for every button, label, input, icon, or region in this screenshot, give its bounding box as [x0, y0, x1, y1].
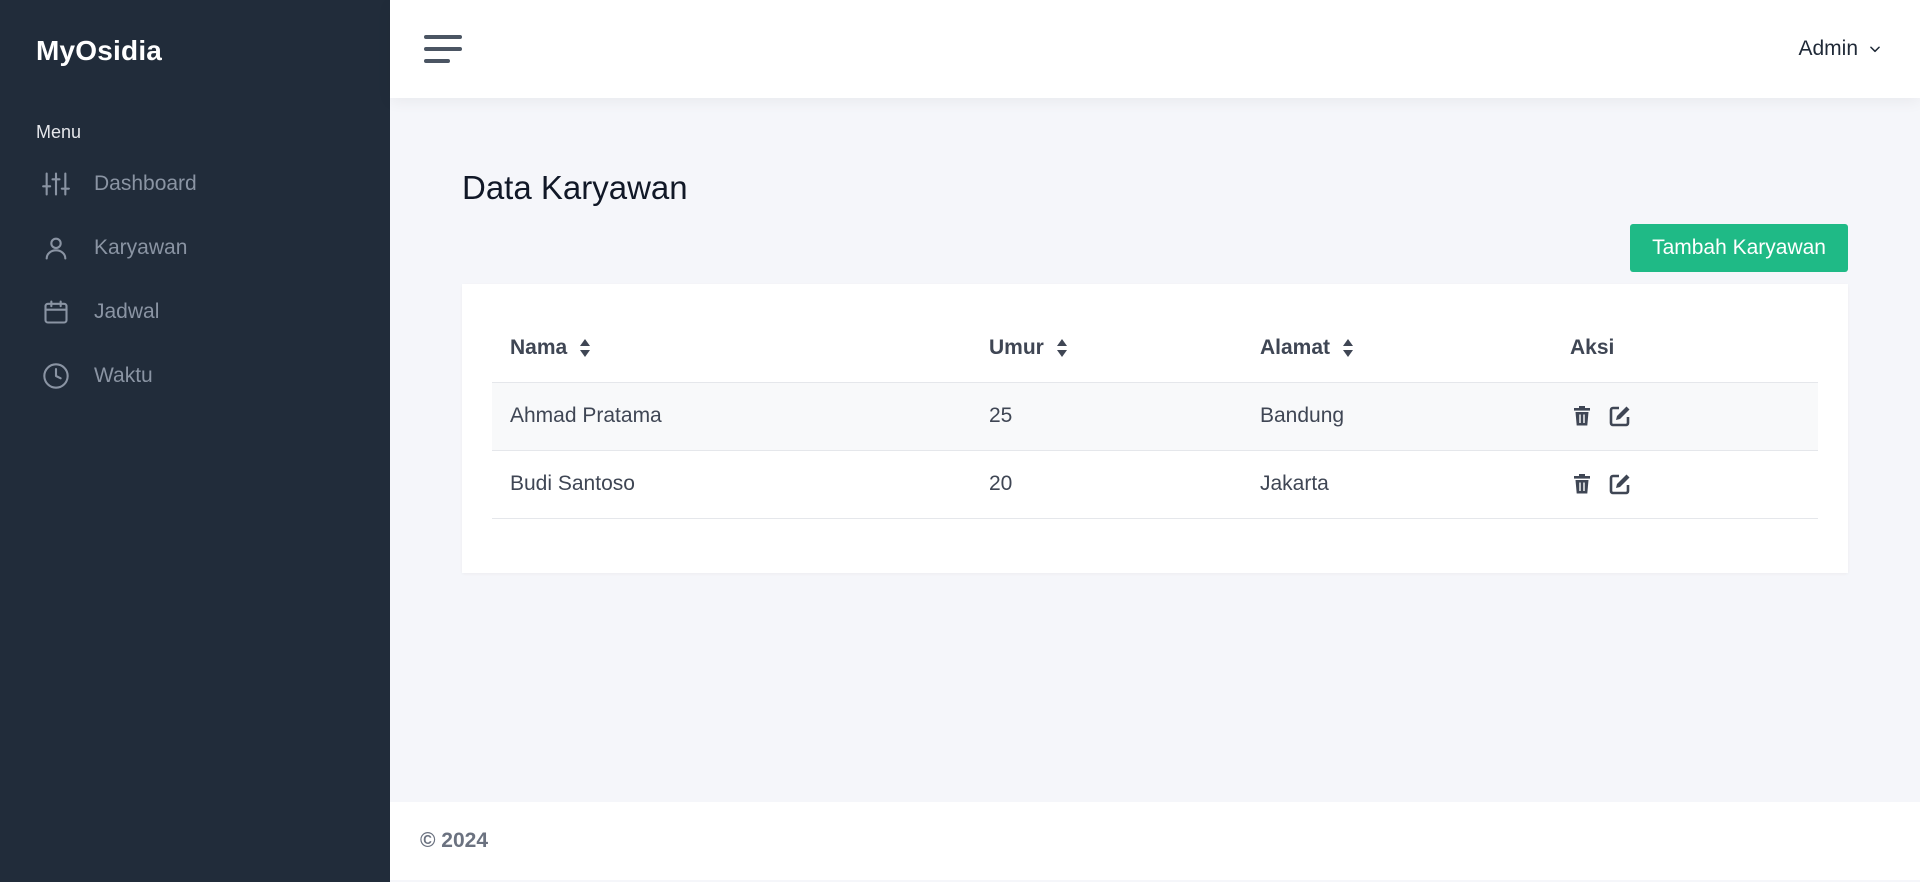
app-root: MyOsidia Menu Dashboard Karyawan Jadwal	[0, 0, 1920, 882]
cell-nama: Budi Santoso	[492, 450, 971, 519]
sliders-icon	[40, 168, 72, 200]
add-employee-button[interactable]: Tambah Karyawan	[1630, 224, 1848, 272]
trash-icon[interactable]	[1570, 472, 1594, 496]
topbar: Admin	[390, 0, 1920, 98]
sidebar-item-label: Karyawan	[94, 236, 188, 259]
cell-umur: 20	[971, 450, 1242, 519]
cell-aksi	[1552, 382, 1818, 451]
sidebar-item-jadwal[interactable]: Jadwal	[36, 280, 390, 344]
edit-icon[interactable]	[1608, 404, 1632, 428]
sort-icon	[1342, 339, 1353, 358]
column-header-nama[interactable]: Nama	[492, 314, 971, 383]
action-row: Tambah Karyawan	[462, 224, 1848, 272]
page-content: Data Karyawan Tambah Karyawan Nama Umur	[390, 98, 1920, 802]
user-menu-label: Admin	[1798, 37, 1858, 60]
column-header-alamat[interactable]: Alamat	[1242, 314, 1552, 383]
employee-table-card: Nama Umur Alamat Aksi Ahmad Pratama 25 B…	[462, 284, 1848, 573]
calendar-icon	[40, 296, 72, 328]
employee-table: Nama Umur Alamat Aksi Ahmad Pratama 25 B…	[492, 314, 1818, 519]
sidebar-item-label: Waktu	[94, 364, 153, 387]
sidebar-item-label: Dashboard	[94, 172, 197, 195]
trash-icon[interactable]	[1570, 404, 1594, 428]
cell-alamat: Bandung	[1242, 382, 1552, 451]
cell-nama: Ahmad Pratama	[492, 382, 971, 451]
main-area: Admin Data Karyawan Tambah Karyawan Nama	[390, 0, 1920, 882]
sidebar-item-waktu[interactable]: Waktu	[36, 344, 390, 408]
clock-icon	[40, 360, 72, 392]
sidebar-item-karyawan[interactable]: Karyawan	[36, 216, 390, 280]
cell-umur: 25	[971, 382, 1242, 451]
sort-icon	[1056, 339, 1067, 358]
cell-aksi	[1552, 450, 1818, 519]
sidebar-item-dashboard[interactable]: Dashboard	[36, 152, 390, 216]
menu-heading: Menu	[36, 122, 82, 142]
table-row: Budi Santoso 20 Jakarta	[492, 450, 1818, 519]
table-header-row: Nama Umur Alamat Aksi	[492, 314, 1818, 383]
sidebar-menu: Dashboard Karyawan Jadwal Waktu	[36, 152, 390, 408]
sidebar-item-label: Jadwal	[94, 300, 160, 323]
sidebar: MyOsidia Menu Dashboard Karyawan Jadwal	[0, 0, 390, 882]
sort-icon	[580, 339, 591, 358]
table-row: Ahmad Pratama 25 Bandung	[492, 382, 1818, 451]
footer: © 2024	[390, 802, 1920, 880]
hamburger-menu-icon[interactable]	[424, 33, 464, 65]
user-icon	[40, 232, 72, 264]
column-header-aksi: Aksi	[1552, 314, 1818, 383]
user-menu-dropdown[interactable]: Admin	[1798, 37, 1882, 61]
copyright-text: © 2024	[420, 829, 489, 852]
edit-icon[interactable]	[1608, 472, 1632, 496]
brand-logo[interactable]: MyOsidia	[36, 34, 390, 68]
chevron-down-icon	[1870, 46, 1880, 53]
column-header-umur[interactable]: Umur	[971, 314, 1242, 383]
cell-alamat: Jakarta	[1242, 450, 1552, 519]
page-title: Data Karyawan	[462, 169, 688, 206]
